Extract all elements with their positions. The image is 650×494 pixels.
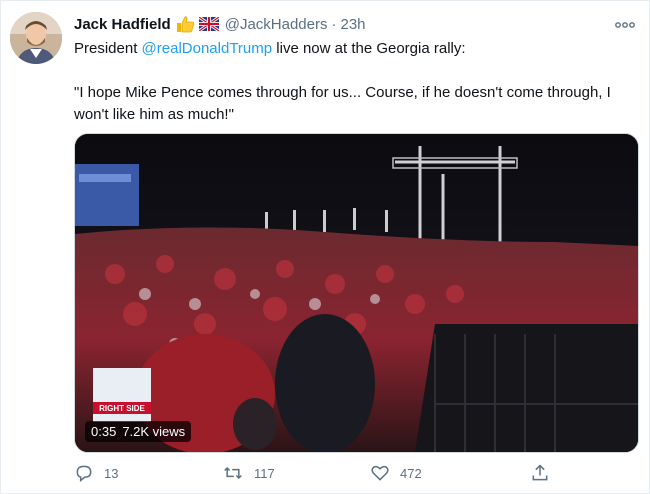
video-duration: 0:35	[91, 424, 117, 439]
reply-icon	[76, 465, 92, 483]
mention-link[interactable]: @realDonaldTrump	[142, 40, 273, 57]
video-frame: RIGHT SIDE	[75, 134, 638, 452]
tweet-card[interactable]: Jack Hadfield @JackHadders · 23h Preside…	[0, 0, 650, 494]
tweet-actions: 13 117 472	[74, 463, 554, 483]
tweet-suffix: live now at the Georgia rally:	[272, 40, 466, 57]
uk-flag-icon	[198, 17, 219, 31]
reply-button[interactable]: 13	[74, 463, 222, 483]
timestamp[interactable]: 23h	[341, 16, 366, 33]
like-count: 472	[400, 465, 422, 481]
separator-dot: ·	[331, 15, 337, 33]
video-player[interactable]: RIGHT SIDE 0:35 7.2K views	[74, 133, 639, 453]
avatar[interactable]	[10, 12, 62, 64]
tweet-text: President @realDonaldTrump live now at t…	[74, 38, 634, 126]
like-button[interactable]: 472	[370, 463, 530, 483]
author-name[interactable]: Jack Hadfield	[74, 16, 171, 33]
like-icon	[371, 465, 389, 481]
retweet-icon	[224, 466, 242, 480]
thumbs-up-icon	[175, 15, 195, 33]
share-icon	[532, 464, 548, 481]
tweet-quote: "I hope Mike Pence comes through for us.…	[74, 84, 611, 123]
retweet-button[interactable]: 117	[222, 463, 370, 483]
watermark-text: RIGHT SIDE	[99, 404, 145, 413]
tweet-header: Jack Hadfield @JackHadders · 23h	[74, 13, 366, 35]
tweet-intro: President @realDonaldTrump live now at t…	[74, 38, 634, 60]
more-icon[interactable]	[615, 13, 635, 34]
tweet-prefix: President	[74, 40, 142, 57]
share-button[interactable]	[530, 463, 550, 483]
video-views: 7.2K views	[122, 424, 186, 439]
reply-count: 13	[104, 465, 119, 481]
author-handle[interactable]: @JackHadders	[225, 16, 328, 33]
retweet-count: 117	[254, 465, 275, 481]
video-duration-badge: 0:35 7.2K views	[85, 421, 192, 442]
